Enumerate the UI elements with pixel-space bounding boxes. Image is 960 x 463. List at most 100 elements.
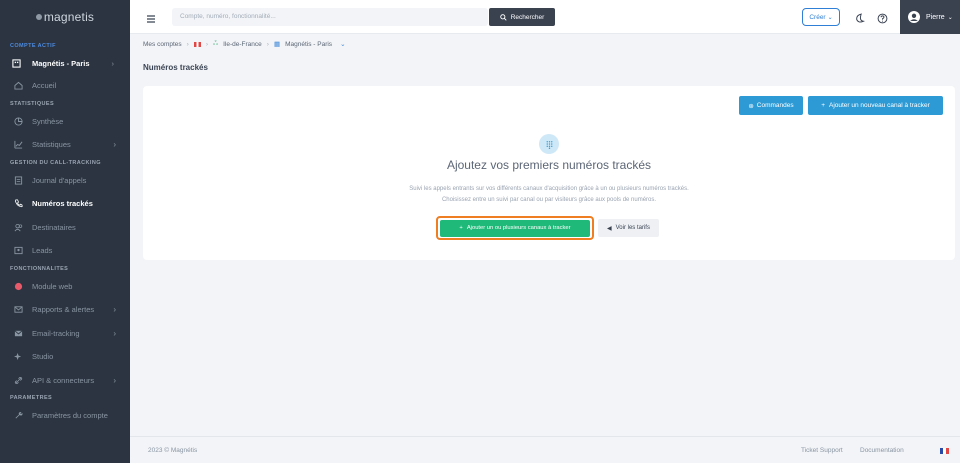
chevron-right-icon: › <box>266 40 269 48</box>
sidebar-item-label: Email-tracking <box>32 328 80 338</box>
sidebar-item-label: Synthèse <box>32 116 64 126</box>
breadcrumb: Mes comptes › › ஃ Ile-de-France › ▦ Magn… <box>143 40 346 48</box>
sidebar-item-parametres-compte[interactable]: Paramètres du compte <box>0 404 130 428</box>
chevron-right-icon: › <box>113 375 116 385</box>
sidebar-item-numeros-trackes[interactable]: Numéros trackés <box>0 192 130 216</box>
logo[interactable]: magnetis <box>0 0 130 34</box>
sidebar-item-label: Module web <box>32 281 73 291</box>
line-chart-icon <box>12 139 24 151</box>
sidebar: magnetis COMPTE ACTIF Magnétis - Paris ›… <box>0 0 130 463</box>
chevron-right-icon: › <box>113 140 116 150</box>
sidebar-item-journal-appels[interactable]: Journal d'appels <box>0 169 130 193</box>
sidebar-item-label: Journal d'appels <box>32 175 87 185</box>
help-icon[interactable] <box>877 11 888 24</box>
sidebar-item-accueil[interactable]: Accueil <box>0 74 130 98</box>
sidebar-item-module-web[interactable]: Module web <box>0 275 130 299</box>
sidebar-item-leads[interactable]: Leads <box>0 239 130 263</box>
menu-icon[interactable] <box>146 11 156 23</box>
sidebar-item-studio[interactable]: Studio <box>0 345 130 369</box>
country-flag-icon[interactable] <box>193 41 201 47</box>
empty-desc-line-2: Choisissez entre un suivi par canal ou p… <box>441 197 657 203</box>
chevron-down-icon: ⌄ <box>947 14 953 21</box>
chevron-right-icon: › <box>186 40 189 48</box>
sparkle-icon <box>12 351 24 363</box>
chevron-right-icon: › <box>205 40 208 48</box>
empty-state-title: Ajoutez vos premiers numéros trackés <box>446 158 652 172</box>
create-button-label: Créer <box>809 13 826 21</box>
envelope-icon <box>12 327 24 339</box>
search-button[interactable]: Rechercher <box>489 8 555 26</box>
sidebar-item-email-tracking[interactable]: Email-tracking › <box>0 322 130 346</box>
phone-icon <box>12 198 24 210</box>
sidebar-item-synthese[interactable]: Synthèse <box>0 110 130 134</box>
breadcrumb-root[interactable]: Mes comptes <box>143 41 182 48</box>
section-title-fonctionnalites: FONCTIONNALITES <box>10 265 69 272</box>
megaphone-icon: ◀ <box>607 225 612 232</box>
add-channels-button[interactable]: + Ajouter un ou plusieurs canaux à track… <box>440 219 590 237</box>
commandes-button-label: Commandes <box>756 102 794 109</box>
user-menu[interactable]: Pierre ⌄ <box>900 0 960 34</box>
main-card: ⊛ Commandes + Ajouter un nouveau canal à… <box>143 86 955 260</box>
add-channel-button[interactable]: + Ajouter un nouveau canal à tracker <box>808 96 943 115</box>
sidebar-item-destinataires[interactable]: Destinataires <box>0 216 130 240</box>
copyright: 2023 © Magnétis <box>148 447 198 454</box>
sidebar-item-label: Studio <box>32 352 54 362</box>
sidebar-item-label: Leads <box>32 246 53 256</box>
pricing-button[interactable]: ◀ Voir les tarifs <box>598 219 659 237</box>
globe-icon <box>12 280 24 292</box>
mail-report-icon <box>12 304 24 316</box>
chevron-right-icon: › <box>113 305 116 315</box>
cart-icon: ⊛ <box>748 102 754 110</box>
users-icon <box>12 221 24 233</box>
home-icon <box>12 80 24 92</box>
empty-desc-line-1: Suivi les appels entrants sur vos différ… <box>409 186 689 192</box>
plus-icon: + <box>459 225 463 231</box>
commandes-button[interactable]: ⊛ Commandes <box>739 96 803 115</box>
section-title-parametres: PARAMETRES <box>10 395 53 401</box>
dialpad-icon <box>539 134 559 154</box>
primary-button-highlight: + Ajouter un ou plusieurs canaux à track… <box>436 216 594 240</box>
journal-icon <box>12 174 24 186</box>
ticket-support-link[interactable]: Ticket Support <box>801 447 843 454</box>
page-title: Numéros trackés <box>143 63 208 72</box>
documentation-link[interactable]: Documentation <box>860 447 904 454</box>
sidebar-item-label: Rapports & alertes <box>32 305 95 315</box>
create-button[interactable]: Créer ⌄ <box>802 8 840 26</box>
sidebar-item-rapports[interactable]: Rapports & alertes › <box>0 298 130 322</box>
dark-mode-icon[interactable] <box>854 11 866 23</box>
language-flag-icon[interactable] <box>940 448 949 454</box>
user-avatar-icon <box>908 11 920 23</box>
account-switcher[interactable]: Magnétis - Paris › <box>0 52 130 74</box>
chevron-down-icon: ⌄ <box>827 14 833 21</box>
contact-card-icon <box>12 245 24 257</box>
section-title-gestion: GESTION DU CALL-TRACKING <box>10 159 101 166</box>
active-account-label: COMPTE ACTIF <box>10 43 56 49</box>
sidebar-item-statistiques[interactable]: Statistiques › <box>0 133 130 157</box>
footer: 2023 © Magnétis Ticket Support Documenta… <box>130 436 960 463</box>
sidebar-item-label: Accueil <box>32 81 57 91</box>
breadcrumb-region[interactable]: Ile-de-France <box>223 41 262 48</box>
chevron-right-icon: › <box>113 328 116 338</box>
account-icon: ▦ <box>273 41 281 48</box>
user-name: Pierre <box>926 13 945 21</box>
chevron-down-icon[interactable]: ⌄ <box>340 40 345 48</box>
sidebar-item-label: Paramètres du compte <box>32 411 108 421</box>
section-title-statistiques: STATISTIQUES <box>10 100 55 107</box>
sidebar-item-label: Destinataires <box>32 222 76 232</box>
topbar: Compte, numéro, fonctionnalité... Recher… <box>130 0 960 34</box>
add-channels-button-label: Ajouter un ou plusieurs canaux à tracker <box>466 225 571 231</box>
pricing-button-label: Voir les tarifs <box>615 225 650 231</box>
link-icon <box>12 374 24 386</box>
search-input[interactable]: Compte, numéro, fonctionnalité... <box>172 8 488 26</box>
sidebar-item-label: Numéros trackés <box>32 199 93 209</box>
logo-text: magnetis <box>43 10 95 24</box>
add-channel-button-label: Ajouter un nouveau canal à tracker <box>828 102 930 109</box>
plus-icon: + <box>821 102 825 109</box>
sidebar-item-label: Statistiques <box>32 140 71 150</box>
sidebar-item-api[interactable]: API & connecteurs › <box>0 369 130 393</box>
breadcrumb-account[interactable]: Magnétis - Paris <box>285 41 332 48</box>
building-icon <box>12 58 24 68</box>
pie-chart-icon <box>12 115 24 127</box>
account-name: Magnétis - Paris <box>32 58 90 68</box>
chevron-right-icon: › <box>111 58 115 68</box>
